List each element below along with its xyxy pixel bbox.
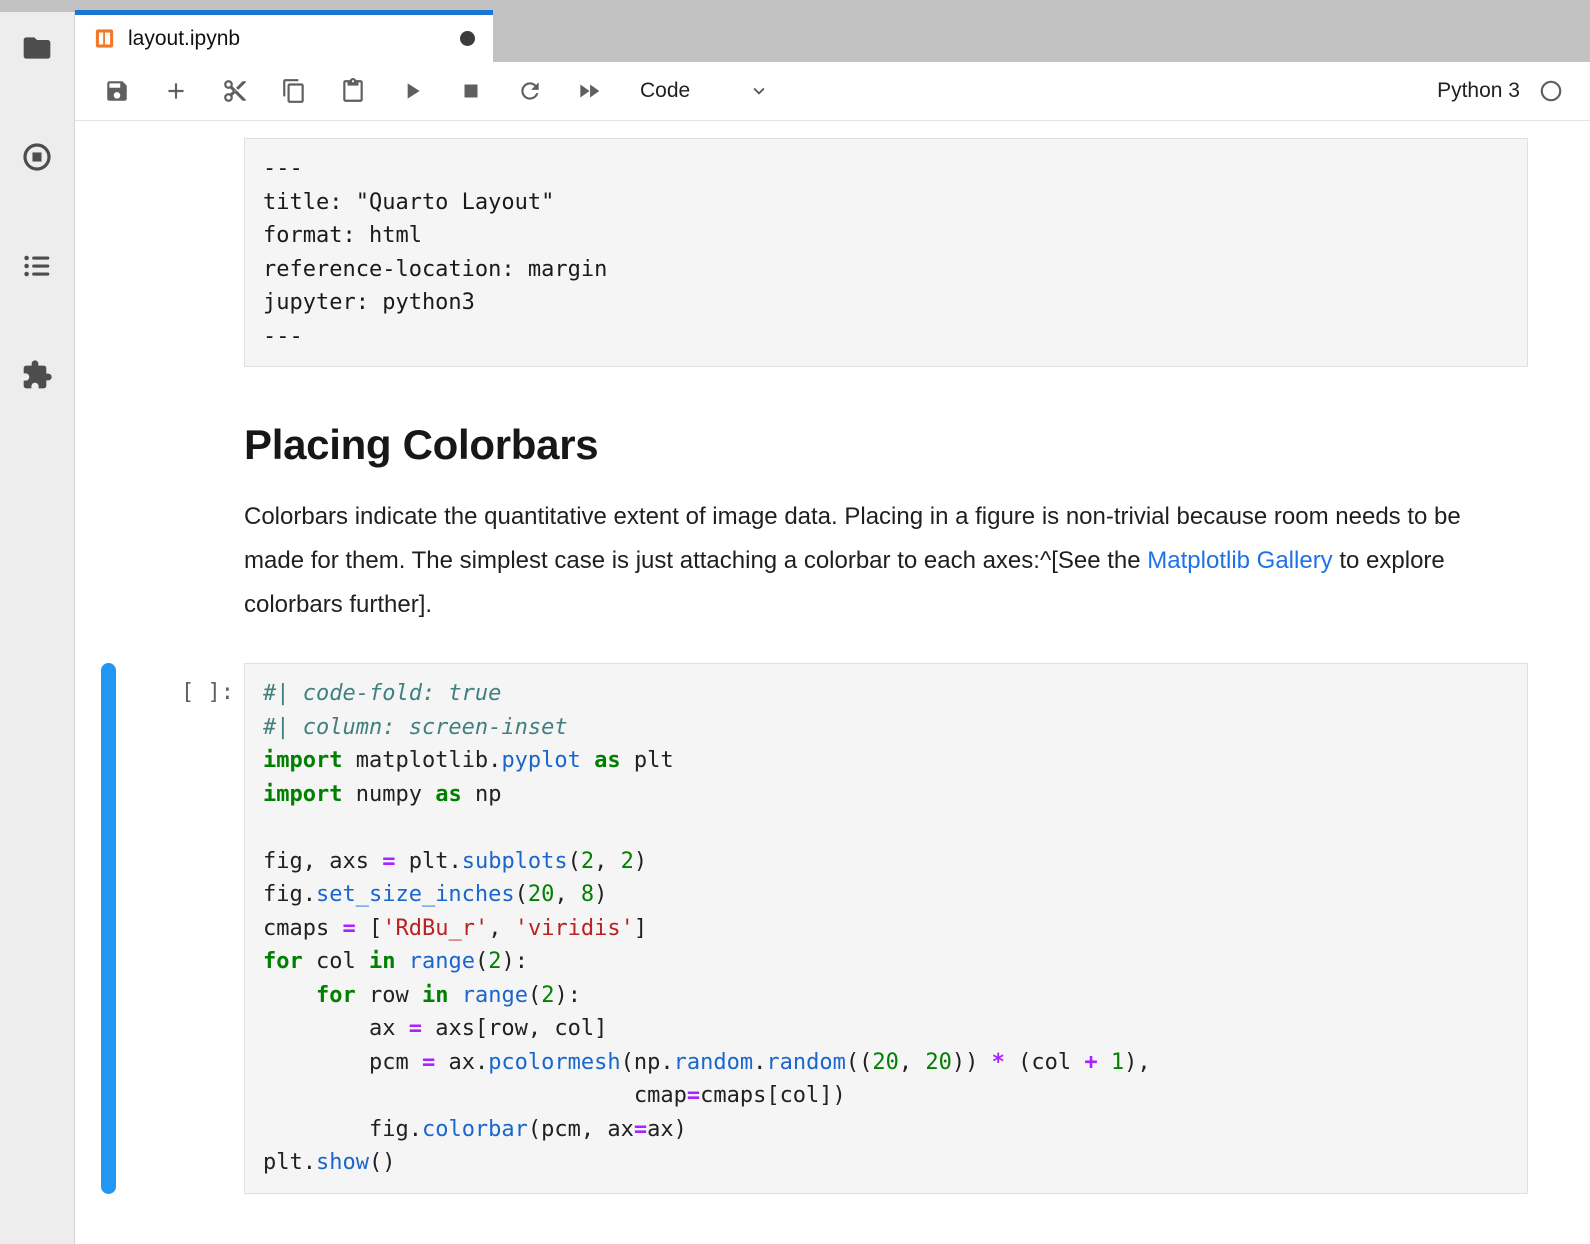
markdown-heading: Placing Colorbars: [244, 421, 1528, 469]
kernel-name[interactable]: Python 3: [1437, 79, 1520, 103]
run-button[interactable]: [390, 70, 434, 112]
matplotlib-gallery-link[interactable]: Matplotlib Gallery: [1147, 547, 1332, 574]
notebook-toolbar: Code Python 3: [75, 62, 1590, 121]
notebook-panel: --- title: "Quarto Layout" format: html …: [76, 122, 1590, 1244]
copy-button[interactable]: [272, 70, 316, 112]
sidebar-item-running-kernels[interactable]: [17, 140, 57, 174]
cut-button[interactable]: [213, 70, 257, 112]
raw-cell-source[interactable]: --- title: "Quarto Layout" format: html …: [263, 152, 1509, 353]
raw-cell-collapser[interactable]: [101, 138, 116, 367]
notebook-file-icon: [93, 27, 116, 50]
kernel-status-icon[interactable]: [1538, 78, 1564, 104]
insert-cell-button[interactable]: [154, 70, 198, 112]
restart-kernel-button[interactable]: [508, 70, 552, 112]
cell-type-select[interactable]: Code: [640, 79, 770, 103]
paste-button[interactable]: [331, 70, 375, 112]
folder-icon: [21, 32, 53, 64]
restart-icon: [517, 78, 543, 104]
raw-cell: --- title: "Quarto Layout" format: html …: [76, 138, 1528, 367]
tab-title: layout.ipynb: [128, 27, 240, 51]
save-button[interactable]: [95, 70, 139, 112]
cell-type-value: Code: [640, 79, 690, 103]
interrupt-button[interactable]: [449, 70, 493, 112]
kernel-indicator: Python 3: [1437, 78, 1564, 104]
raw-cell-box: --- title: "Quarto Layout" format: html …: [244, 138, 1528, 367]
sidebar-item-file-browser[interactable]: [17, 31, 57, 65]
running-kernels-icon: [21, 141, 53, 173]
fast-forward-icon: [576, 78, 602, 104]
markdown-cell[interactable]: Placing Colorbars Colorbars indicate the…: [76, 421, 1528, 627]
run-all-button[interactable]: [567, 70, 611, 112]
execution-prompt: [ ]:: [76, 676, 234, 710]
tab-layout-ipynb[interactable]: layout.ipynb: [75, 10, 493, 62]
stop-icon: [458, 78, 484, 104]
code-cell-collapser[interactable]: [101, 663, 116, 1194]
clipboard-icon: [340, 78, 366, 104]
save-icon: [104, 78, 130, 104]
code-editor[interactable]: #| code-fold: true#| column: screen-inse…: [263, 677, 1509, 1180]
table-of-contents-icon: [21, 250, 53, 282]
code-cell-box: #| code-fold: true#| column: screen-inse…: [244, 663, 1528, 1194]
play-icon: [399, 78, 425, 104]
scissors-icon: [222, 78, 248, 104]
copy-icon: [281, 78, 307, 104]
left-sidebar: [0, 12, 75, 1244]
sidebar-item-extensions[interactable]: [17, 358, 57, 392]
unsaved-changes-indicator[interactable]: [460, 31, 475, 46]
markdown-paragraph: Colorbars indicate the quantitative exte…: [244, 495, 1496, 627]
chevron-down-icon: [748, 80, 770, 102]
sidebar-item-table-of-contents[interactable]: [17, 249, 57, 283]
code-cell: [ ]: #| code-fold: true#| column: screen…: [76, 663, 1528, 1194]
extensions-puzzle-icon: [21, 359, 53, 391]
plus-icon: [163, 78, 189, 104]
